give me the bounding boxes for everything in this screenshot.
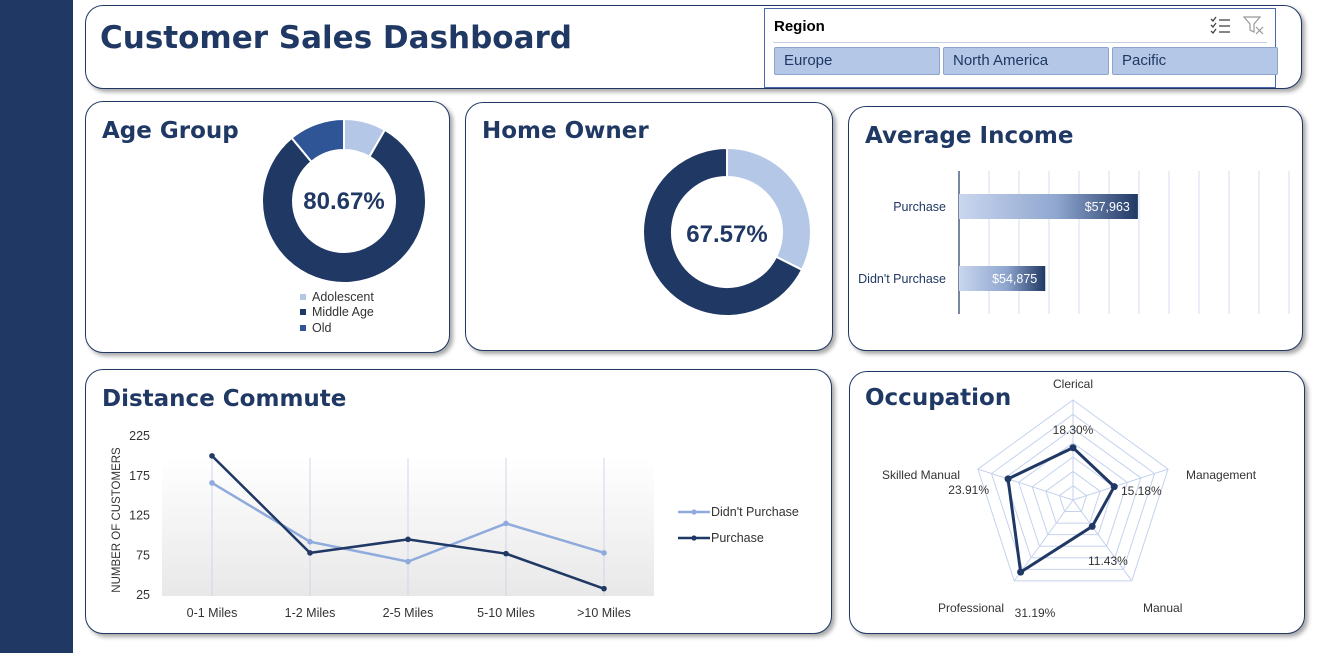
data-point-purchase <box>503 550 509 557</box>
home-slice-not-home-owner <box>726 146 812 272</box>
header-card: Customer Sales Dashboard Region Europe N… <box>85 5 1302 89</box>
x-tick-label: 0-1 Miles <box>187 606 238 620</box>
x-tick-label: >10 Miles <box>577 606 631 620</box>
y-tick-label: 75 <box>136 548 150 562</box>
radar-spoke <box>977 468 1074 501</box>
data-point-didn-t-purchase <box>503 520 509 527</box>
slicer-title: Region <box>774 18 825 35</box>
page-title: Customer Sales Dashboard <box>100 20 572 56</box>
age-legend: Adolescent Middle Age Old <box>300 289 374 336</box>
axis-label-skilled-manual: Skilled Manual <box>882 468 960 482</box>
radar-point-management <box>1110 483 1118 491</box>
value-label-clerical: 18.30% <box>1053 423 1094 437</box>
distance-y-axis-label: NUMBER OF CUSTOMERS <box>111 447 123 593</box>
value-label-manual: 11.43% <box>1088 554 1128 568</box>
y-tick-label: 25 <box>136 588 150 602</box>
data-point-purchase <box>405 536 411 543</box>
clear-filter-icon[interactable] <box>1242 15 1265 40</box>
data-point-purchase <box>307 550 313 556</box>
occupation-card: Occupation Clerical Management Manual Pr… <box>849 371 1305 634</box>
axis-label-clerical: Clerical <box>1053 377 1093 391</box>
occupation-radar-chart: Clerical Management Manual Professional … <box>882 377 1257 620</box>
axis-label-professional: Professional <box>938 601 1004 615</box>
average-income-bar-chart: Purchase Didn't Purchase $57,963 $54,875 <box>858 171 1290 314</box>
radar-spoke <box>1013 499 1074 582</box>
slicer-item-europe[interactable]: Europe <box>774 47 940 75</box>
y-tick-label: 225 <box>129 429 150 443</box>
slicer-item-north-america[interactable]: North America <box>943 47 1109 75</box>
distance-commute-card: Distance Commute NUMBER OF CUSTOMERS 225… <box>85 369 832 634</box>
home-owner-card: Home Owner 67.57% <box>465 102 833 351</box>
income-value-purchase: $57,963 <box>1085 200 1130 214</box>
multi-select-icon[interactable] <box>1209 15 1231 40</box>
average-income-card: Average Income Purchase Didn't Purchase … <box>848 106 1303 351</box>
value-label-professional: 31.19% <box>1015 606 1056 620</box>
data-point-purchase <box>209 453 215 459</box>
legend-old: Old <box>312 320 332 335</box>
age-center-label: 80.67% <box>303 188 384 215</box>
data-point-purchase <box>601 585 607 592</box>
distance-commute-line-chart: NUMBER OF CUSTOMERS 225 175 125 75 25 0-1 Mi… <box>111 429 799 620</box>
home-owner-donut-chart: 67.57% <box>642 146 812 317</box>
region-slicer: Region Europe North America Pacific <box>764 8 1278 88</box>
legend-adolescent: Adolescent <box>312 289 374 304</box>
axis-label-management: Management <box>1186 468 1257 482</box>
income-label-purchase: Purchase <box>893 200 946 214</box>
slicer-item-pacific[interactable]: Pacific <box>1112 47 1278 75</box>
legend-middle-age: Middle Age <box>312 305 374 320</box>
left-sidebar <box>0 0 73 653</box>
x-tick-label: 1-2 Miles <box>285 606 336 620</box>
data-point-didn-t-purchase <box>601 550 607 556</box>
x-tick-label: 5-10 Miles <box>477 606 535 620</box>
y-tick-label: 175 <box>129 469 150 483</box>
age-group-donut-chart: 80.67% <box>261 117 427 284</box>
y-tick-label: 125 <box>129 509 150 523</box>
data-point-didn-t-purchase <box>307 538 313 545</box>
radar-point-manual <box>1088 522 1096 530</box>
axis-label-manual: Manual <box>1143 601 1182 615</box>
radar-point-clerical <box>1069 444 1077 452</box>
value-label-management: 15.18% <box>1121 484 1162 498</box>
income-value-didnt-purchase: $54,875 <box>992 272 1037 286</box>
value-label-skilled-manual: 23.91% <box>948 483 989 497</box>
legend-didnt-purchase: Didn't Purchase <box>711 505 799 519</box>
distance-legend: Didn't Purchase Purchase <box>678 505 799 545</box>
x-tick-label: 2-5 Miles <box>383 606 434 620</box>
radar-point-professional <box>1017 568 1025 576</box>
radar-spoke <box>1072 499 1133 582</box>
radar-point-skilled-manual <box>1004 475 1012 483</box>
data-point-didn-t-purchase <box>209 480 215 486</box>
home-center-label: 67.57% <box>686 221 767 248</box>
income-label-didnt-purchase: Didn't Purchase <box>858 272 946 286</box>
legend-purchase: Purchase <box>711 531 764 545</box>
data-point-didn-t-purchase <box>405 558 411 565</box>
age-group-card: Age Group 80.67% Adolescent Middle Age O… <box>85 101 450 353</box>
